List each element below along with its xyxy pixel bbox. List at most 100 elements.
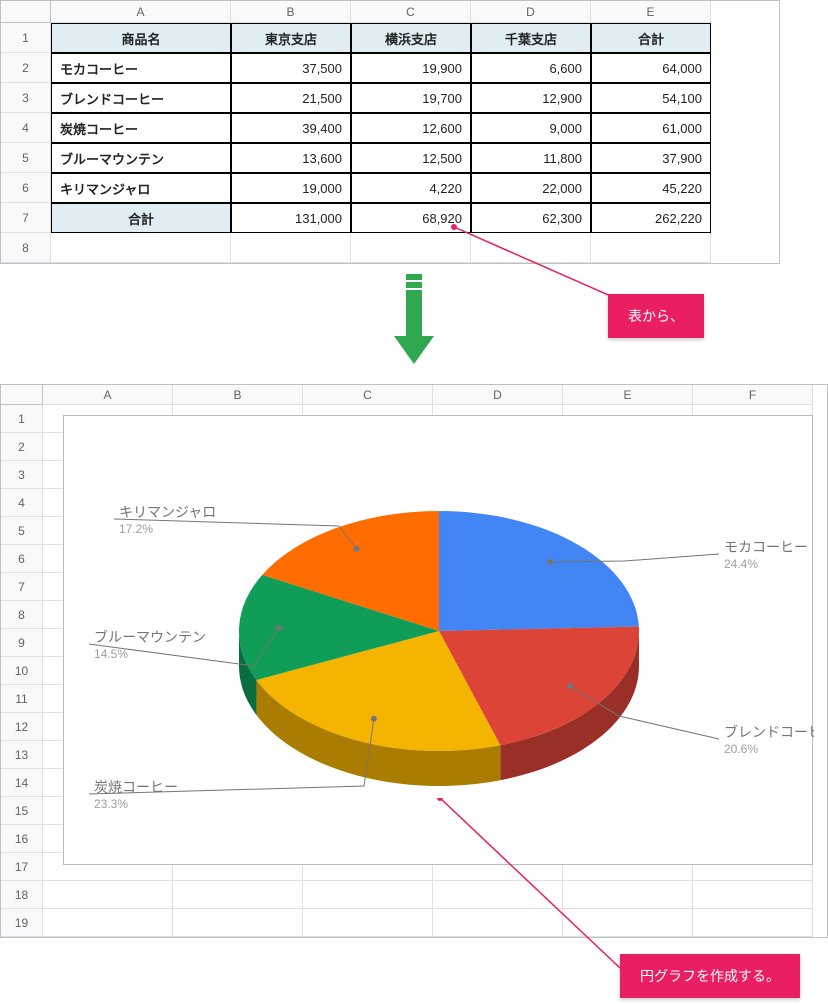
- table-cell[interactable]: 横浜支店: [351, 23, 471, 53]
- table-cell[interactable]: 13,600: [231, 143, 351, 173]
- col-header-B[interactable]: B: [231, 1, 351, 23]
- table-cell[interactable]: 千葉支店: [471, 23, 591, 53]
- empty-cell[interactable]: [43, 909, 173, 937]
- row-header[interactable]: 9: [1, 629, 43, 657]
- col-header-D[interactable]: D: [433, 385, 563, 405]
- row-header[interactable]: 5: [1, 143, 51, 173]
- pie-label: モカコーヒー: [724, 539, 808, 555]
- table-cell[interactable]: 12,500: [351, 143, 471, 173]
- row-header[interactable]: 12: [1, 713, 43, 741]
- table-cell[interactable]: 37,900: [591, 143, 711, 173]
- row-header[interactable]: 19: [1, 909, 43, 937]
- col-header-E[interactable]: E: [563, 385, 693, 405]
- table-cell[interactable]: 19,900: [351, 53, 471, 83]
- table-cell[interactable]: 炭焼コーヒー: [51, 113, 231, 143]
- row-header[interactable]: 18: [1, 881, 43, 909]
- row-header[interactable]: 6: [1, 173, 51, 203]
- row-header[interactable]: 1: [1, 405, 43, 433]
- empty-cell[interactable]: [173, 909, 303, 937]
- table-cell[interactable]: 64,000: [591, 53, 711, 83]
- table-cell[interactable]: 6,600: [471, 53, 591, 83]
- table-cell[interactable]: 54,100: [591, 83, 711, 113]
- pie-pct: 24.4%: [724, 557, 758, 571]
- table-cell[interactable]: 39,400: [231, 113, 351, 143]
- row-header[interactable]: 4: [1, 489, 43, 517]
- table-cell[interactable]: 11,800: [471, 143, 591, 173]
- empty-cell[interactable]: [173, 881, 303, 909]
- callout-create-pie: 円グラフを作成する。: [620, 954, 800, 998]
- spreadsheet-top: A B C D E 1商品名東京支店横浜支店千葉支店合計2モカコーヒー37,50…: [0, 0, 780, 264]
- table-cell[interactable]: 合計: [51, 203, 231, 233]
- row-header[interactable]: 8: [1, 233, 51, 263]
- row-header[interactable]: 11: [1, 685, 43, 713]
- table-cell[interactable]: 商品名: [51, 23, 231, 53]
- col-header-F[interactable]: F: [693, 385, 813, 405]
- row-header[interactable]: 5: [1, 517, 43, 545]
- table-cell[interactable]: 12,900: [471, 83, 591, 113]
- empty-cell[interactable]: [43, 881, 173, 909]
- col-header-A[interactable]: A: [43, 385, 173, 405]
- table-cell[interactable]: 37,500: [231, 53, 351, 83]
- corner-cell[interactable]: [1, 1, 51, 23]
- table-cell[interactable]: 9,000: [471, 113, 591, 143]
- row-header[interactable]: 6: [1, 545, 43, 573]
- row-header[interactable]: 3: [1, 83, 51, 113]
- pie-label: キリマンジャロ: [119, 504, 216, 520]
- pie-pct: 23.3%: [94, 797, 128, 811]
- col-header-C[interactable]: C: [351, 1, 471, 23]
- table-cell[interactable]: ブルーマウンテン: [51, 143, 231, 173]
- empty-cell[interactable]: [303, 909, 433, 937]
- empty-cell[interactable]: [591, 233, 711, 263]
- row-header[interactable]: 13: [1, 741, 43, 769]
- empty-cell[interactable]: [433, 909, 563, 937]
- row-header[interactable]: 2: [1, 433, 43, 461]
- empty-cell[interactable]: [693, 909, 813, 937]
- table-cell[interactable]: 45,220: [591, 173, 711, 203]
- row-header[interactable]: 15: [1, 797, 43, 825]
- table-cell[interactable]: 131,000: [231, 203, 351, 233]
- row-header[interactable]: 3: [1, 461, 43, 489]
- pie-chart[interactable]: モカコーヒー24.4%ブレンドコーヒー20.6%炭焼コーヒー23.3%ブルーマウ…: [63, 415, 813, 865]
- row-header[interactable]: 7: [1, 203, 51, 233]
- table-cell[interactable]: 19,700: [351, 83, 471, 113]
- table-cell[interactable]: 61,000: [591, 113, 711, 143]
- table-cell[interactable]: キリマンジャロ: [51, 173, 231, 203]
- col-header-E[interactable]: E: [591, 1, 711, 23]
- row-header[interactable]: 2: [1, 53, 51, 83]
- table-cell[interactable]: 262,220: [591, 203, 711, 233]
- row-header[interactable]: 16: [1, 825, 43, 853]
- col-header-B[interactable]: B: [173, 385, 303, 405]
- empty-cell[interactable]: [433, 881, 563, 909]
- table-cell[interactable]: モカコーヒー: [51, 53, 231, 83]
- row-header[interactable]: 10: [1, 657, 43, 685]
- row-header[interactable]: 8: [1, 601, 43, 629]
- row-header[interactable]: 17: [1, 853, 43, 881]
- col-header-C[interactable]: C: [303, 385, 433, 405]
- corner-cell[interactable]: [1, 385, 43, 405]
- table-cell[interactable]: 21,500: [231, 83, 351, 113]
- table-cell[interactable]: 19,000: [231, 173, 351, 203]
- empty-cell[interactable]: [303, 881, 433, 909]
- table-cell[interactable]: 4,220: [351, 173, 471, 203]
- table-cell[interactable]: 合計: [591, 23, 711, 53]
- row-header[interactable]: 1: [1, 23, 51, 53]
- table-cell[interactable]: 62,300: [471, 203, 591, 233]
- col-header-A[interactable]: A: [51, 1, 231, 23]
- table-cell[interactable]: 22,000: [471, 173, 591, 203]
- empty-cell[interactable]: [563, 881, 693, 909]
- row-header[interactable]: 14: [1, 769, 43, 797]
- col-header-D[interactable]: D: [471, 1, 591, 23]
- empty-cell[interactable]: [51, 233, 231, 263]
- table-cell[interactable]: ブレンドコーヒー: [51, 83, 231, 113]
- empty-cell[interactable]: [693, 881, 813, 909]
- empty-cell[interactable]: [351, 233, 471, 263]
- arrow-down-icon: [394, 274, 434, 364]
- table-cell[interactable]: 東京支店: [231, 23, 351, 53]
- table-cell[interactable]: 68,920: [351, 203, 471, 233]
- empty-cell[interactable]: [471, 233, 591, 263]
- row-header[interactable]: 7: [1, 573, 43, 601]
- table-cell[interactable]: 12,600: [351, 113, 471, 143]
- empty-cell[interactable]: [563, 909, 693, 937]
- empty-cell[interactable]: [231, 233, 351, 263]
- row-header[interactable]: 4: [1, 113, 51, 143]
